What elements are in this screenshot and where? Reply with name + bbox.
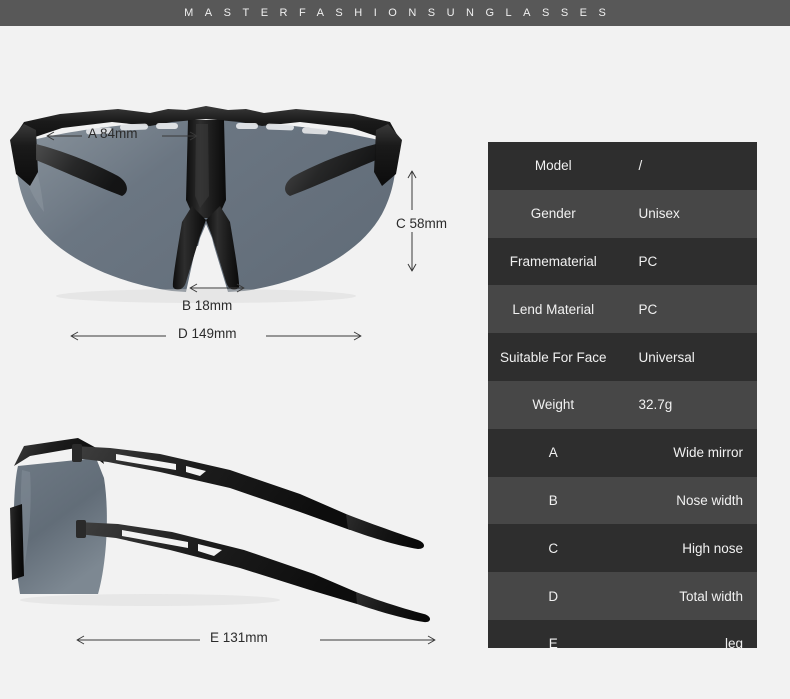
right-endpiece: [374, 124, 402, 186]
spec-value: High nose: [682, 540, 743, 556]
dimension-label-b: B 18mm: [182, 298, 233, 313]
content-stage: A 84mm C 58mm B 18mm D 149mm E 131mm Mod…: [0, 26, 790, 699]
table-row: C High nose: [488, 524, 757, 573]
table-row: B Nose width: [488, 476, 757, 525]
left-endpiece: [10, 124, 38, 186]
sunglasses-side-illustration: [10, 438, 430, 623]
spec-label: Weight: [532, 397, 575, 413]
table-row: Suitable For Face Universal: [488, 333, 757, 381]
lower-temple-arm: [78, 522, 364, 604]
table-row: A Wide mirror: [488, 428, 757, 477]
side-frame-lip: [10, 504, 24, 580]
dimension-label-e: E 131mm: [210, 630, 268, 645]
spec-label: E: [548, 636, 558, 648]
spec-value: Total width: [679, 588, 743, 604]
dimension-label-c: C 58mm: [396, 216, 448, 231]
product-side-view: [0, 416, 470, 646]
dimension-label-a: A 84mm: [88, 126, 138, 141]
dimension-arrow-b: [189, 283, 245, 293]
spec-value: Unisex: [638, 206, 680, 222]
spec-value: Wide mirror: [673, 445, 743, 461]
spec-value: Nose width: [676, 492, 743, 508]
upper-hinge: [72, 444, 82, 462]
upper-temple-tip: [346, 514, 424, 549]
spec-label: Lend Material: [512, 301, 595, 317]
banner-title: MASTERFASHIONSUNGLASSES: [184, 7, 618, 19]
table-row: D Total width: [488, 572, 757, 620]
table-row: Gender Unisex: [488, 189, 757, 238]
table-row: Lend Material PC: [488, 285, 757, 334]
spec-value: leg: [724, 636, 743, 648]
table-row: Eleg: [488, 619, 757, 648]
spec-label: Suitable For Face: [499, 349, 607, 365]
spec-label: Gender: [530, 206, 576, 222]
spec-label: Model: [534, 158, 572, 174]
side-shadow: [20, 594, 280, 606]
top-banner: MASTERFASHIONSUNGLASSES: [0, 0, 790, 26]
spec-value: /: [638, 158, 643, 174]
spec-label: A: [548, 445, 558, 461]
spec-value: 32.7g: [638, 397, 673, 413]
spec-label: Framematerial: [509, 253, 597, 269]
dimension-label-d: D 149mm: [178, 326, 237, 341]
specification-table: Model / Gender Unisex Framematerial PC Lend Ma…: [488, 142, 757, 648]
spec-value: PC: [638, 301, 658, 317]
lower-hinge: [76, 520, 86, 538]
spec-value: PC: [638, 253, 658, 269]
table-row: Framematerial PC: [488, 237, 757, 286]
spec-label: D: [548, 588, 559, 604]
lower-temple-tip: [356, 592, 430, 623]
spec-label: B: [548, 492, 558, 508]
spec-label: C: [548, 540, 559, 556]
table-row: Model /: [488, 142, 757, 190]
table-row: Weight 32.7g: [488, 380, 757, 429]
spec-value: Universal: [638, 349, 695, 365]
